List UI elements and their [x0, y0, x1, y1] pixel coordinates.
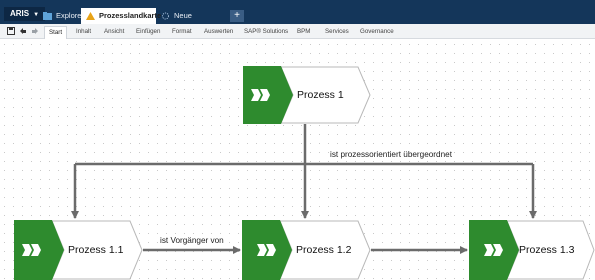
redo-icon[interactable] [31, 27, 39, 35]
process-shape-prozess-1-1[interactable]: Prozess 1.1 [14, 220, 143, 280]
undo-icon[interactable] [19, 27, 27, 35]
tab-neue-registerkarte[interactable]: Neue Registerkarte [156, 8, 230, 36]
new-tab-icon [162, 12, 169, 20]
process-function-icon [251, 89, 270, 101]
process-shape-prozess-1-2[interactable]: Prozess 1.2 [242, 220, 371, 280]
process-function-icon [257, 244, 276, 256]
ribbon-bar: Start Inhalt Ansicht Einfügen Format Aus… [0, 24, 595, 39]
ribbon-tab-einfuegen[interactable]: Einfügen [136, 26, 160, 37]
tab-explorer-label: Explorer [56, 11, 84, 20]
ribbon-tab-auswerten[interactable]: Auswerten [204, 26, 233, 37]
tab-prozesslandkarte-label: Prozesslandkarte [99, 11, 162, 20]
ribbon-tab-bpm[interactable]: BPM [297, 26, 310, 37]
edge-label-hierarchy: ist prozessorientiert übergeordnet [330, 150, 452, 159]
process-label: Prozess 1 [297, 89, 344, 101]
diagram-canvas[interactable]: Prozess 1 Prozess 1.1 Prozess 1.2 Prozes… [0, 40, 595, 280]
save-icon[interactable] [7, 27, 15, 35]
ribbon-tab-governance[interactable]: Governance [360, 26, 394, 37]
process-function-icon [484, 244, 503, 256]
process-shape-prozess-1[interactable]: Prozess 1 [243, 66, 371, 124]
explorer-icon [43, 12, 52, 20]
process-label: Prozess 1.1 [68, 244, 124, 256]
process-shape-prozess-1-3[interactable]: Prozess 1.3 [469, 220, 595, 280]
edge-label-predecessor: ist Vorgänger von [160, 236, 224, 245]
ribbon-tab-inhalt[interactable]: Inhalt [76, 26, 91, 37]
tab-explorer[interactable]: Explorer [38, 8, 84, 24]
ribbon-tab-format[interactable]: Format [172, 26, 192, 37]
process-function-icon [22, 244, 41, 256]
add-tab-button[interactable]: + [230, 10, 244, 22]
tab-prozesslandkarte[interactable]: Prozesslandkarte× [81, 8, 161, 36]
aris-menu-label: ARIS [10, 9, 30, 18]
process-label: Prozess 1.2 [296, 244, 352, 256]
ribbon-tab-ansicht[interactable]: Ansicht [104, 26, 124, 37]
ribbon-tab-services[interactable]: Services [325, 26, 349, 37]
ribbon-tab-start[interactable]: Start [44, 26, 68, 39]
ribbon-tab-sap-solutions[interactable]: SAP® Solutions [244, 26, 288, 37]
process-map-icon [86, 12, 95, 20]
title-bar: ARIS▼ Explorer Prozesslandkarte× Neue Re… [0, 0, 595, 36]
process-label: Prozess 1.3 [519, 244, 575, 256]
